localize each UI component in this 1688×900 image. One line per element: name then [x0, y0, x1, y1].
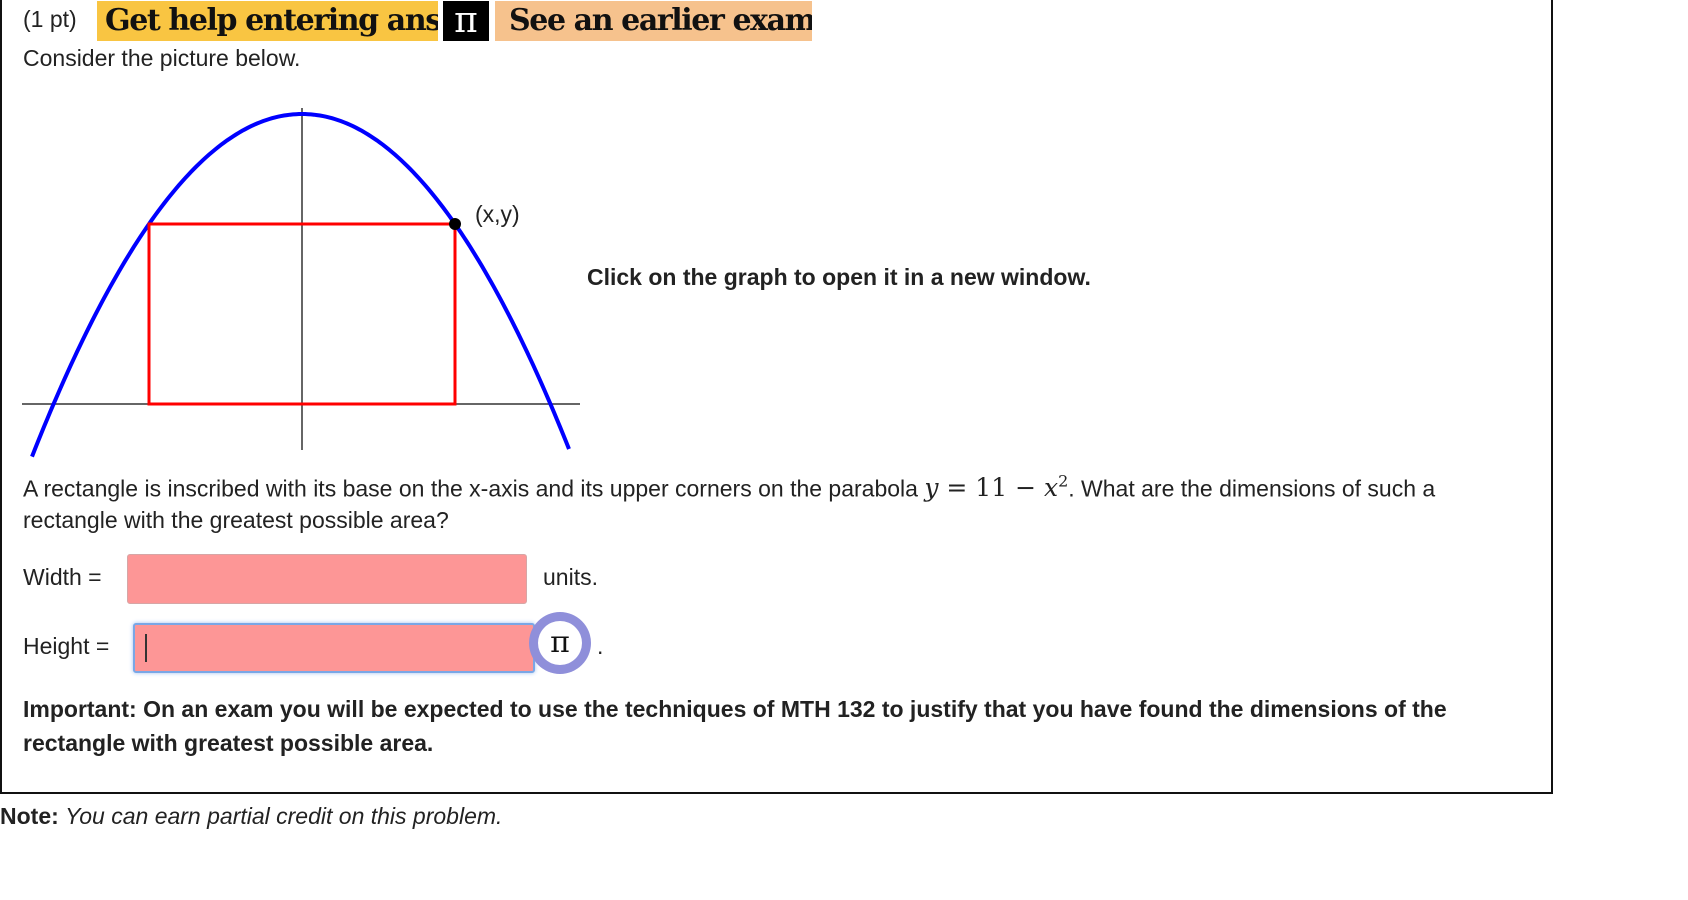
problem-statement-line1: A rectangle is inscribed with its base o… — [23, 472, 1435, 502]
width-label: Width = — [23, 564, 102, 590]
parabola-equation: y = 11 − x2 — [924, 472, 1069, 503]
parabola-graph[interactable]: (x,y) — [2, 88, 602, 468]
equation-editor-button[interactable]: π — [529, 612, 591, 674]
text-cursor — [145, 634, 147, 662]
equation-y: y — [924, 473, 939, 503]
help-entering-answers-button[interactable]: Get help entering answers — [97, 1, 438, 41]
pi-icon: π — [538, 621, 582, 665]
pi-icon[interactable]: π — [443, 1, 489, 41]
important-line2: rectangle with greatest possible area. — [23, 730, 434, 756]
graph-hint: Click on the graph to open it in a new w… — [587, 264, 1091, 290]
corner-point-label: (x,y) — [475, 201, 520, 227]
equation-x: x — [1043, 473, 1059, 503]
height-input[interactable] — [133, 623, 535, 673]
problem-box: (1 pt) Get help entering answers π See a… — [0, 0, 1553, 794]
width-input[interactable] — [127, 554, 527, 604]
problem-statement-line2: rectangle with the greatest possible are… — [23, 507, 449, 533]
earlier-example-button[interactable]: See an earlier example — [495, 1, 812, 41]
note-text: You can earn partial credit on this prob… — [65, 803, 503, 829]
height-units: . — [597, 633, 604, 659]
partial-credit-note: Note: You can earn partial credit on thi… — [0, 803, 502, 830]
width-units: units. — [543, 564, 598, 590]
problem-text-after: . What are the dimensions of such a — [1068, 475, 1436, 502]
corner-point — [449, 218, 461, 230]
page: (1 pt) Get help entering answers π See a… — [0, 0, 1688, 900]
points-label: (1 pt) — [23, 6, 77, 32]
problem-text-before: A rectangle is inscribed with its base o… — [23, 475, 918, 502]
important-line1: Important: On an exam you will be expect… — [23, 696, 1447, 722]
note-label: Note: — [0, 803, 59, 829]
intro-text: Consider the picture below. — [23, 45, 301, 71]
height-label: Height = — [23, 633, 110, 659]
equation-exponent: 2 — [1058, 472, 1069, 491]
equation-eq: = 11 − — [938, 473, 1044, 503]
